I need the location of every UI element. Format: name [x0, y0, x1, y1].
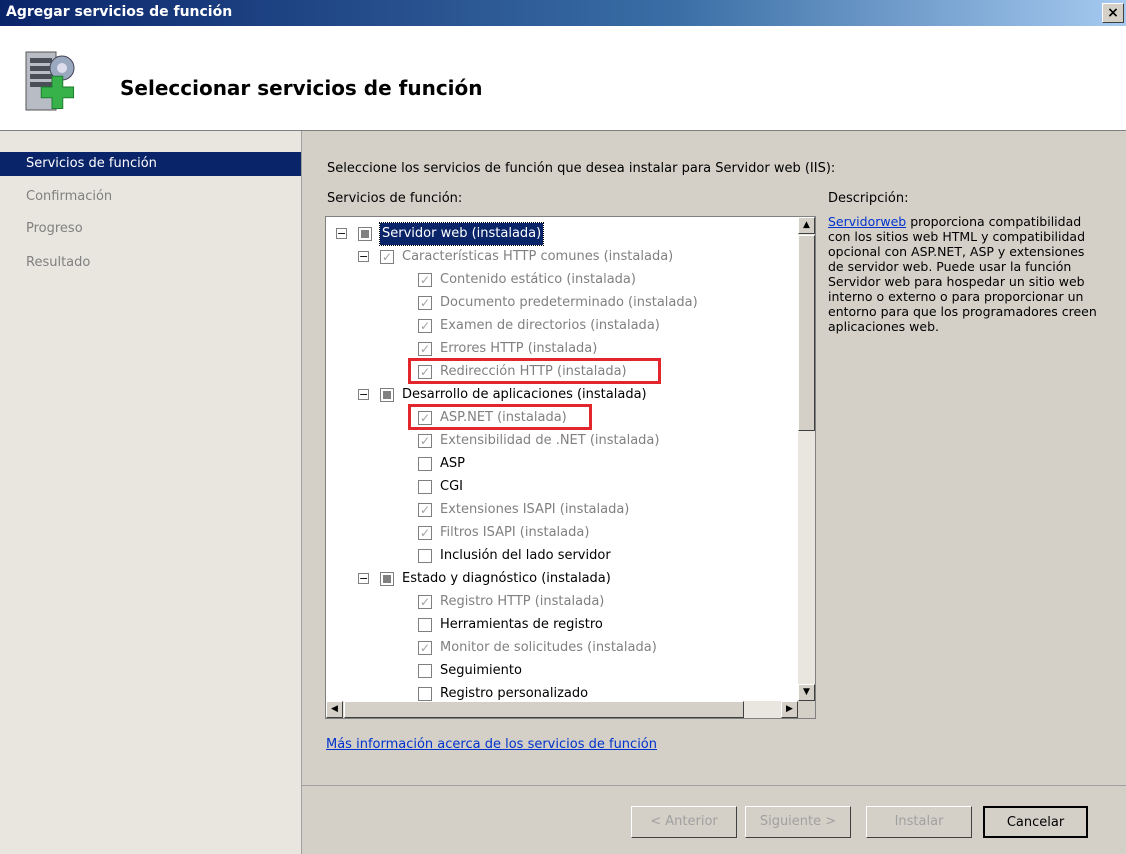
tree-item[interactable]: ✓ Contenido estático (instalada) — [326, 269, 796, 291]
tree-item-label: Registro HTTP (instalada) — [440, 594, 605, 609]
tree-item[interactable]: ASP — [326, 453, 796, 475]
tree-item-label: Características HTTP comunes (instalada) — [402, 249, 674, 264]
checkbox[interactable] — [358, 227, 372, 241]
tree-item-label: Documento predeterminado (instalada) — [440, 295, 698, 310]
collapse-icon[interactable]: − — [358, 251, 369, 262]
scroll-up-button[interactable]: ▲ — [798, 217, 815, 234]
install-button[interactable]: Instalar — [866, 806, 972, 838]
checkbox[interactable] — [418, 549, 432, 563]
scroll-thumb[interactable] — [798, 235, 815, 431]
footer-divider — [302, 785, 1126, 786]
tree-item-label: Errores HTTP (instalada) — [440, 341, 598, 356]
checkbox[interactable]: ✓ — [418, 641, 432, 655]
tree-item[interactable]: − Estado y diagnóstico (instalada) — [326, 568, 796, 590]
horizontal-scrollbar[interactable]: ◀ ▶ — [326, 701, 798, 718]
tree-item[interactable]: ✓ Extensibilidad de .NET (instalada) — [326, 430, 796, 452]
checkbox[interactable]: ✓ — [418, 526, 432, 540]
tree-item-label: Extensiones ISAPI (instalada) — [440, 502, 630, 517]
tree-item[interactable]: ✓ Monitor de solicitudes (instalada) — [326, 637, 796, 659]
tree-item-label: Estado y diagnóstico (instalada) — [402, 571, 611, 586]
tree-item-label: Filtros ISAPI (instalada) — [440, 525, 590, 540]
page-title: Seleccionar servicios de función — [120, 76, 483, 100]
scroll-down-button[interactable]: ▼ — [798, 684, 815, 701]
scroll-corner — [798, 701, 815, 718]
tree-item[interactable]: ✓ Examen de directorios (instalada) — [326, 315, 796, 337]
tree-item[interactable]: ✓ Filtros ISAPI (instalada) — [326, 522, 796, 544]
instruction-text: Seleccione los servicios de función que … — [327, 161, 836, 176]
tree-item-label: Desarrollo de aplicaciones (instalada) — [402, 387, 647, 402]
next-button[interactable]: Siguiente > — [745, 806, 851, 838]
window-title: Agregar servicios de función — [6, 4, 233, 20]
checkbox[interactable] — [418, 480, 432, 494]
description-label: Descripción: — [828, 191, 909, 206]
tree-item-label: Examen de directorios (instalada) — [440, 318, 660, 333]
tree-item[interactable]: ✓ Documento predeterminado (instalada) — [326, 292, 796, 314]
checkbox[interactable] — [418, 664, 432, 678]
role-services-tree[interactable]: − Servidor web (instalada) − ✓ Característic… — [325, 216, 816, 719]
tree-item[interactable]: ✓ Errores HTTP (instalada) — [326, 338, 796, 360]
tree-item-label: ASP — [440, 456, 465, 471]
close-button[interactable]: × — [1102, 3, 1124, 23]
description-link[interactable]: Servidorweb — [828, 214, 906, 229]
tree-item[interactable]: Inclusión del lado servidor — [326, 545, 796, 567]
nav-item-resultado: Resultado — [26, 255, 91, 270]
nav-item-servicios[interactable]: Servicios de función — [0, 152, 301, 176]
tree-item-label: Monitor de solicitudes (instalada) — [440, 640, 657, 655]
checkbox[interactable]: ✓ — [418, 273, 432, 287]
checkbox[interactable] — [418, 457, 432, 471]
horizontal-scroll-thumb[interactable] — [344, 701, 744, 718]
description-body: proporciona compatibilidad con los sitio… — [828, 214, 1097, 334]
tree-item[interactable]: ✓ Registro HTTP (instalada) — [326, 591, 796, 613]
tree-item-label: Extensibilidad de .NET (instalada) — [440, 433, 660, 448]
wizard-header: Seleccionar servicios de función — [0, 26, 1126, 131]
tree-item[interactable]: Herramientas de registro — [326, 614, 796, 636]
scroll-left-button[interactable]: ◀ — [326, 701, 343, 718]
tree-item-label: Contenido estático (instalada) — [440, 272, 636, 287]
more-info-link[interactable]: Más información acerca de los servicios … — [326, 737, 657, 752]
checkbox[interactable] — [418, 687, 432, 701]
tree-item[interactable]: − Desarrollo de aplicaciones (instalada) — [326, 384, 796, 406]
checkbox[interactable] — [380, 388, 394, 402]
collapse-icon[interactable]: − — [358, 389, 369, 400]
tree-item[interactable]: ✓ Extensiones ISAPI (instalada) — [326, 499, 796, 521]
checkbox[interactable]: ✓ — [418, 503, 432, 517]
cancel-button[interactable]: Cancelar — [983, 806, 1088, 838]
checkbox[interactable]: ✓ — [380, 250, 394, 264]
checkbox[interactable]: ✓ — [418, 296, 432, 310]
tree-item-label: Herramientas de registro — [440, 617, 603, 632]
tree-item-label: CGI — [440, 479, 463, 494]
checkbox[interactable] — [380, 572, 394, 586]
services-label: Servicios de función: — [327, 191, 463, 206]
tree-item-label: Servidor web (instalada) — [378, 222, 545, 246]
highlight-box — [408, 404, 593, 430]
checkbox[interactable] — [418, 618, 432, 632]
highlight-box — [408, 358, 661, 384]
tree-item[interactable]: Seguimiento — [326, 660, 796, 682]
description-text: Servidorweb proporciona compatibilidad c… — [828, 214, 1103, 334]
checkbox[interactable]: ✓ — [418, 342, 432, 356]
checkbox[interactable]: ✓ — [418, 434, 432, 448]
tree-item[interactable]: − ✓ Características HTTP comunes (instalad… — [326, 246, 796, 268]
nav-item-progreso: Progreso — [26, 221, 83, 236]
scroll-right-button[interactable]: ▶ — [781, 701, 798, 718]
collapse-icon[interactable]: − — [358, 573, 369, 584]
tree-item-label: Seguimiento — [440, 663, 522, 678]
nav-item-confirmacion: Confirmación — [26, 189, 113, 204]
vertical-scrollbar[interactable]: ▲ ▼ — [798, 217, 815, 701]
checkbox[interactable]: ✓ — [418, 595, 432, 609]
title-bar: Agregar servicios de función × — [0, 0, 1126, 26]
server-add-icon — [22, 48, 94, 120]
wizard-steps-panel: Servicios de función Confirmación Progre… — [0, 131, 302, 854]
tree-item-label: Inclusión del lado servidor — [440, 548, 611, 563]
checkbox[interactable]: ✓ — [418, 319, 432, 333]
tree-item[interactable]: − Servidor web (instalada) — [326, 222, 796, 246]
collapse-icon[interactable]: − — [336, 228, 347, 239]
back-button[interactable]: < Anterior — [631, 806, 737, 838]
tree-item[interactable]: CGI — [326, 476, 796, 498]
